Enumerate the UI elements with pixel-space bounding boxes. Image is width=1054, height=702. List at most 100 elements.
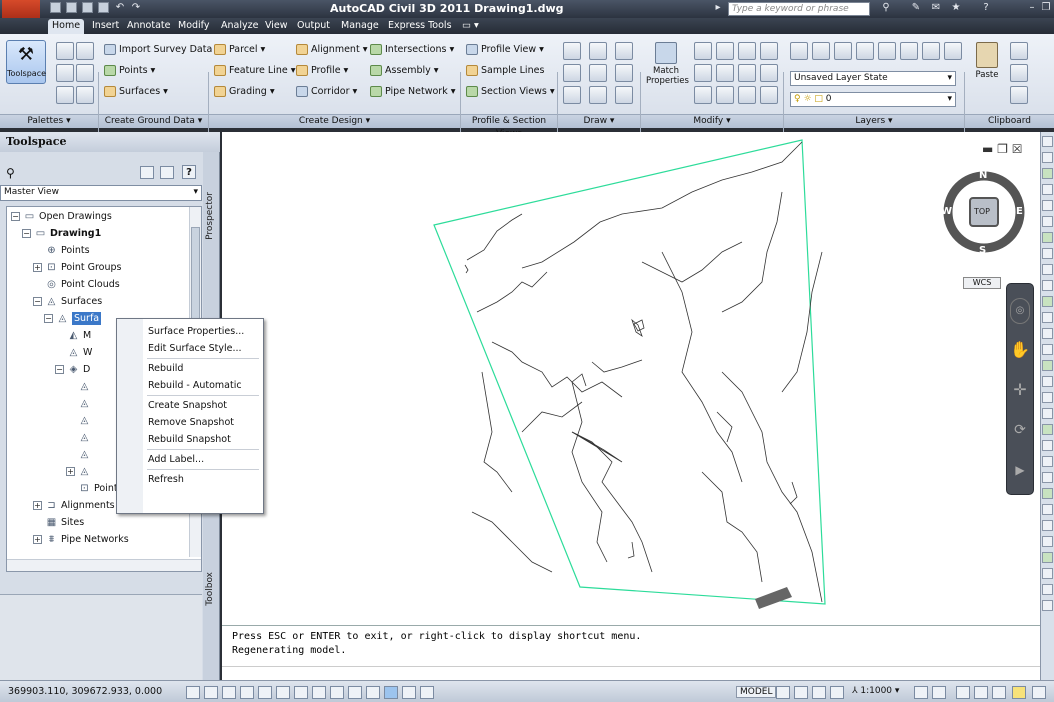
restore-icon[interactable]: ❐	[1040, 2, 1052, 14]
layer-freeze-icon[interactable]	[900, 42, 918, 60]
zoom-status-icon[interactable]	[830, 686, 844, 699]
collapse-icon[interactable]: −	[44, 314, 53, 323]
close-viewport-icon[interactable]: ☒	[1012, 142, 1023, 156]
tree-horizontal-scrollbar[interactable]	[7, 559, 201, 571]
collapse-icon[interactable]: −	[33, 297, 42, 306]
collapse-icon[interactable]: −	[22, 229, 31, 238]
scale-icon[interactable]	[716, 86, 734, 104]
create-design-panel-label[interactable]: Create Design ▾	[209, 114, 460, 128]
tab-insert[interactable]: Insert	[88, 19, 123, 34]
application-status-menu-icon[interactable]	[1032, 686, 1046, 699]
right-toolbar-tool-icon[interactable]	[1042, 200, 1053, 211]
right-toolbar-tool-icon[interactable]	[1042, 472, 1053, 483]
tree-node[interactable]: − ▭ Open Drawings	[7, 208, 201, 225]
communication-icon[interactable]: ✉	[930, 2, 942, 14]
command-input[interactable]	[222, 666, 1040, 680]
cut-icon[interactable]	[1010, 42, 1028, 60]
save-icon[interactable]	[82, 2, 93, 13]
zoom-icon[interactable]: ✛	[1010, 378, 1030, 404]
right-toolbar-tool-icon[interactable]	[1042, 504, 1053, 515]
copy-clip-icon[interactable]	[1010, 64, 1028, 82]
search-input[interactable]: Type a keyword or phrase	[728, 2, 870, 16]
palettes-panel-label[interactable]: Palettes ▾	[0, 114, 98, 128]
auto-scale-icon[interactable]	[932, 686, 946, 699]
layer-properties-icon[interactable]	[790, 42, 808, 60]
isolate-objects-icon[interactable]	[1012, 686, 1026, 699]
model-space-toggle[interactable]: MODEL	[736, 686, 777, 698]
profile-view-button[interactable]: Profile View ▾	[466, 44, 544, 55]
master-view-select[interactable]: Master View ▾	[0, 185, 202, 201]
help-icon[interactable]: ?	[980, 2, 992, 14]
tree-node[interactable]: − ▭ Drawing1	[7, 225, 201, 242]
right-toolbar-tool-icon[interactable]	[1042, 376, 1053, 387]
redo-icon[interactable]: ↷	[130, 2, 142, 14]
points-button[interactable]: Points ▾	[104, 65, 155, 76]
selection-cycling-icon[interactable]	[420, 686, 434, 699]
point-icon[interactable]	[563, 64, 581, 82]
compass-north[interactable]: N	[979, 170, 987, 181]
tab-toolbox[interactable]: Toolbox	[205, 572, 215, 606]
collapse-icon[interactable]: −	[55, 365, 64, 374]
right-toolbar-tool-icon[interactable]	[1042, 344, 1053, 355]
create-ground-panel-label[interactable]: Create Ground Data ▾	[99, 114, 208, 128]
showmotion-icon[interactable]: ▶	[1010, 458, 1030, 484]
layer-match-icon[interactable]	[812, 42, 830, 60]
current-layer-select[interactable]: ♀ ☼ □ 0 ▾	[790, 92, 956, 107]
minimize-icon[interactable]: –	[1026, 2, 1038, 14]
right-toolbar-tool-icon[interactable]	[1042, 248, 1053, 259]
ortho-mode-icon[interactable]	[240, 686, 254, 699]
import-survey-data-button[interactable]: Import Survey Data	[104, 44, 212, 55]
new-icon[interactable]	[50, 2, 61, 13]
line-icon[interactable]	[563, 42, 581, 60]
sample-lines-button[interactable]: Sample Lines	[466, 65, 544, 76]
quick-view-drawings-icon[interactable]	[794, 686, 808, 699]
right-toolbar-tool-icon[interactable]	[1042, 312, 1053, 323]
tool-palettes-icon[interactable]	[76, 86, 94, 104]
feature-line-button[interactable]: Feature Line ▾	[214, 65, 296, 76]
properties-icon[interactable]	[56, 86, 74, 104]
settings-icon[interactable]	[76, 42, 94, 60]
rectangle-icon[interactable]	[615, 64, 633, 82]
tree-node[interactable]: ▦ Sites	[7, 514, 201, 531]
survey-icon[interactable]	[56, 64, 74, 82]
paste-button[interactable]: Paste	[970, 40, 1004, 100]
maximize-viewport-icon[interactable]: ❐	[997, 142, 1008, 156]
viewcube-face[interactable]: TOP	[974, 207, 990, 216]
match-properties-button[interactable]: Match Properties	[646, 40, 689, 100]
right-toolbar-tool-icon[interactable]	[1042, 264, 1053, 275]
trim-icon[interactable]	[738, 42, 756, 60]
infer-constraints-icon[interactable]	[186, 686, 200, 699]
right-toolbar-tool-icon[interactable]	[1042, 328, 1053, 339]
right-toolbar-tool-icon[interactable]	[1042, 568, 1053, 579]
right-toolbar-tool-icon[interactable]	[1042, 360, 1053, 371]
tab-manage[interactable]: Manage	[337, 19, 383, 34]
copy-icon[interactable]	[694, 64, 712, 82]
layer-isolate-icon[interactable]	[856, 42, 874, 60]
hatch-icon[interactable]	[615, 86, 633, 104]
prospector-icon[interactable]	[56, 42, 74, 60]
tree-node[interactable]: − ◬ Surfaces	[7, 293, 201, 310]
hardware-acceleration-icon[interactable]	[992, 686, 1006, 699]
right-toolbar-tool-icon[interactable]	[1042, 600, 1053, 611]
toolspace-title[interactable]: Toolspace	[0, 132, 220, 152]
context-menu-item[interactable]: Edit Surface Style...	[117, 340, 263, 357]
section-views-button[interactable]: Section Views ▾	[466, 86, 555, 97]
context-menu-item[interactable]: Add Label...	[117, 451, 263, 468]
fillet-icon[interactable]	[738, 64, 756, 82]
tab-prospector[interactable]: Prospector	[205, 192, 215, 240]
layer-state-select[interactable]: Unsaved Layer State ▾	[790, 71, 956, 86]
tree-node[interactable]: + ⩩ Pipe Networks	[7, 531, 201, 548]
modify-panel-label[interactable]: Modify ▾	[641, 114, 783, 128]
tab-view[interactable]: View	[261, 19, 292, 34]
collapse-icon[interactable]: −	[11, 212, 20, 221]
object-snap-tracking-icon[interactable]	[312, 686, 326, 699]
tab-output[interactable]: Output	[293, 19, 334, 34]
move-icon[interactable]	[694, 42, 712, 60]
corridor-button[interactable]: Corridor ▾	[296, 86, 357, 97]
explode-icon[interactable]	[760, 64, 778, 82]
context-menu-item[interactable]: Remove Snapshot	[117, 414, 263, 431]
expand-icon[interactable]: +	[66, 467, 75, 476]
subscription-icon[interactable]: ✎	[910, 2, 922, 14]
right-toolbar-tool-icon[interactable]	[1042, 584, 1053, 595]
surfaces-button[interactable]: Surfaces ▾	[104, 86, 168, 97]
